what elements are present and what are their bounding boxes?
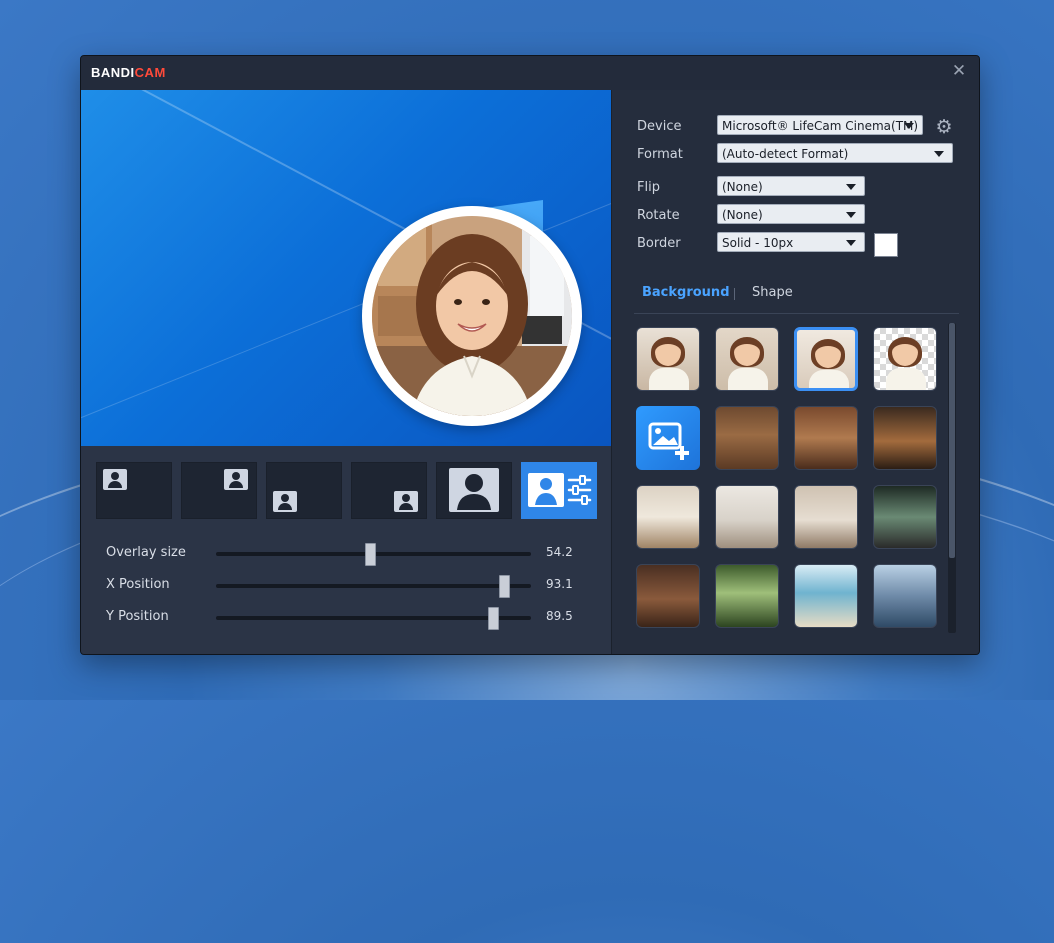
- bg-beach-thumbnail[interactable]: [794, 564, 858, 628]
- bg-transparent-thumbnail[interactable]: [873, 327, 937, 391]
- title-bar[interactable]: BANDICAM ✕: [81, 56, 979, 90]
- chevron-down-icon: [846, 240, 856, 246]
- x-position-value: 93.1: [546, 577, 573, 591]
- overlay-sliders: Overlay size 54.2 X Position 93.1 Y Posi…: [81, 526, 611, 654]
- layout-full-button[interactable]: [436, 462, 512, 519]
- rotate-value: (None): [722, 208, 763, 222]
- device-label: Device: [637, 119, 682, 134]
- person-icon: [103, 469, 127, 490]
- bg-blur-thumbnail[interactable]: [715, 327, 779, 391]
- bg-sunny-room-thumbnail[interactable]: [636, 485, 700, 549]
- x-position-thumb[interactable]: [499, 575, 511, 598]
- overlay-size-row: Overlay size 54.2: [81, 541, 611, 566]
- person-shirt: [649, 368, 689, 390]
- format-value: (Auto-detect Format): [722, 147, 849, 161]
- overlay-size-thumb[interactable]: [365, 543, 377, 566]
- bg-original-room-thumbnail[interactable]: [636, 327, 700, 391]
- device-dropdown[interactable]: Microsoft® LifeCam Cinema(TM): [717, 115, 923, 135]
- x-position-slider[interactable]: [216, 575, 531, 598]
- webcam-overlay[interactable]: [362, 206, 582, 426]
- person-shirt: [886, 368, 926, 390]
- person-shirt: [728, 368, 768, 390]
- tab-separator: [734, 288, 735, 300]
- person-large-icon: [449, 468, 499, 512]
- tab-background[interactable]: Background: [642, 285, 730, 300]
- y-position-thumb[interactable]: [488, 607, 500, 630]
- person-face: [734, 338, 760, 366]
- layout-custom-button[interactable]: [521, 462, 597, 519]
- bg-window-view-thumbnail[interactable]: [873, 485, 937, 549]
- bandicam-webcam-window: BANDICAM ✕ Overlay size 54.2 X Position …: [80, 55, 980, 655]
- bg-loft-thumbnail[interactable]: [636, 564, 700, 628]
- bg-lake-mountains-thumbnail[interactable]: [873, 564, 937, 628]
- x-position-label: X Position: [106, 577, 170, 592]
- chevron-down-icon: [934, 151, 944, 157]
- border-value: Solid - 10px: [722, 236, 794, 250]
- background-shape-tabs: Background Shape: [634, 285, 959, 314]
- overlay-size-slider[interactable]: [216, 543, 531, 566]
- bg-add-image-thumbnail[interactable]: [636, 406, 700, 470]
- flip-label: Flip: [637, 180, 660, 195]
- thumbnail-scrollbar[interactable]: [948, 323, 956, 633]
- webcam-person-image: [372, 216, 572, 416]
- y-position-slider[interactable]: [216, 607, 531, 630]
- background-thumbnail-grid: [636, 327, 946, 637]
- overlay-layout-strip: [81, 446, 611, 526]
- y-position-label: Y Position: [106, 609, 169, 624]
- layout-bottom-right-button[interactable]: [351, 462, 427, 519]
- person-face: [655, 338, 681, 366]
- chevron-down-icon: [904, 123, 914, 129]
- flip-value: (None): [722, 180, 763, 194]
- thumbnail-scrollbar-thumb[interactable]: [949, 323, 955, 558]
- bandicam-logo: BANDICAM: [91, 65, 166, 80]
- webcam-preview: [81, 90, 611, 446]
- rotate-label: Rotate: [637, 208, 680, 223]
- format-label: Format: [637, 147, 683, 162]
- border-color-swatch[interactable]: [874, 233, 898, 257]
- close-icon[interactable]: ✕: [949, 61, 969, 81]
- format-dropdown[interactable]: (Auto-detect Format): [717, 143, 953, 163]
- settings-panel: Device Microsoft® LifeCam Cinema(TM) ⚙ F…: [611, 90, 979, 654]
- y-position-value: 89.5: [546, 609, 573, 623]
- flip-dropdown[interactable]: (None): [717, 176, 865, 196]
- layout-top-left-button[interactable]: [96, 462, 172, 519]
- person-settings-icon: [528, 473, 592, 507]
- rotate-dropdown[interactable]: (None): [717, 204, 865, 224]
- bg-office-desk-thumbnail[interactable]: [715, 406, 779, 470]
- tab-shape[interactable]: Shape: [752, 285, 793, 300]
- bg-bedroom-thumbnail[interactable]: [794, 485, 858, 549]
- bg-cafe-thumbnail[interactable]: [873, 406, 937, 470]
- gear-icon[interactable]: ⚙: [934, 117, 954, 137]
- x-position-row: X Position 93.1: [81, 573, 611, 598]
- bg-forest-thumbnail[interactable]: [715, 564, 779, 628]
- person-icon: [273, 491, 297, 512]
- y-position-row: Y Position 89.5: [81, 605, 611, 630]
- device-value: Microsoft® LifeCam Cinema(TM): [722, 119, 919, 133]
- bg-library-thumbnail[interactable]: [794, 406, 858, 470]
- person-shirt: [809, 370, 849, 388]
- layout-top-right-button[interactable]: [181, 462, 257, 519]
- person-face: [892, 338, 918, 366]
- person-icon: [224, 469, 248, 490]
- overlay-size-value: 54.2: [546, 545, 573, 559]
- bg-soft-blur-thumbnail[interactable]: [794, 327, 858, 391]
- border-label: Border: [637, 236, 681, 251]
- bg-living-room-thumbnail[interactable]: [715, 485, 779, 549]
- overlay-size-label: Overlay size: [106, 545, 186, 560]
- chevron-down-icon: [846, 184, 856, 190]
- person-icon: [394, 491, 418, 512]
- chevron-down-icon: [846, 212, 856, 218]
- border-dropdown[interactable]: Solid - 10px: [717, 232, 865, 252]
- layout-bottom-left-button[interactable]: [266, 462, 342, 519]
- add-image-icon: [648, 422, 689, 460]
- person-face: [815, 340, 841, 368]
